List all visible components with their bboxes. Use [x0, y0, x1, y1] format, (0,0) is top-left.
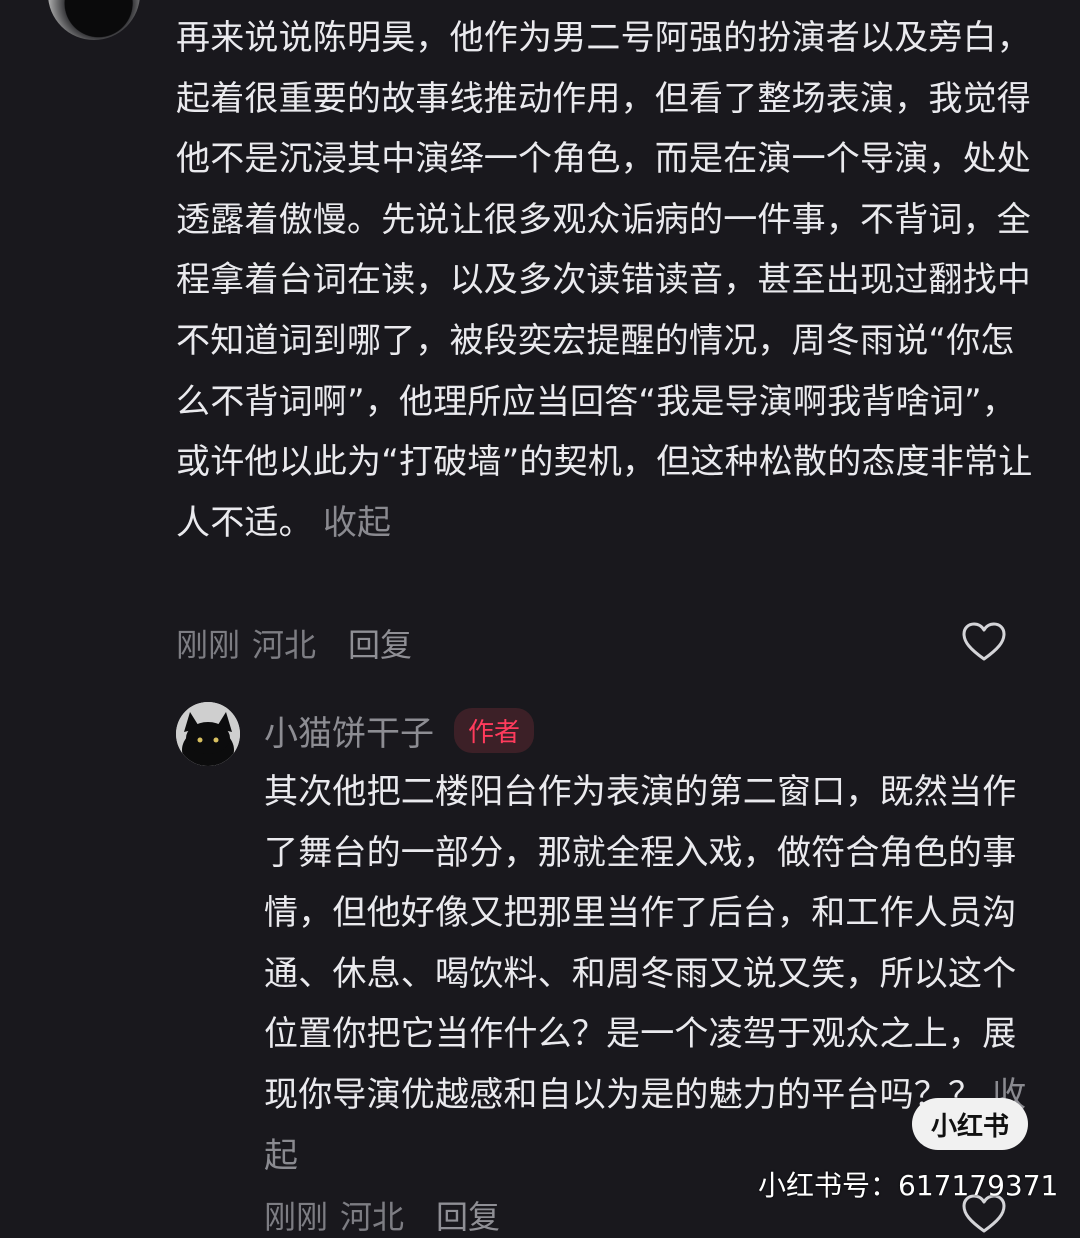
comment-time: 刚刚	[176, 626, 241, 664]
reply-header: 小猫饼干子 作者	[264, 704, 535, 756]
collapse-link[interactable]: 收起	[323, 503, 391, 543]
reply-time: 刚刚	[264, 1198, 329, 1236]
reply-location: 河北	[340, 1198, 405, 1236]
comment-location: 河北	[252, 626, 317, 664]
heart-outline-icon[interactable]	[962, 622, 1006, 662]
reply-meta: 刚刚 河北 回复	[264, 1192, 500, 1238]
watermark-id: 小红书号：617179371	[758, 1169, 1059, 1202]
reply-avatar[interactable]	[176, 702, 240, 766]
comment-body: 再来说说陈明昊，他作为男二号阿强的扮演者以及旁白，起着很重要的故事线推动作用，但…	[176, 8, 1036, 553]
comment-meta: 刚刚 河北 回复	[176, 620, 412, 666]
reply-text: 其次他把二楼阳台作为表演的第二窗口，既然当作了舞台的一部分，那就全程入戏，做符合…	[264, 772, 1017, 1115]
xiaohongshu-logo: 小红书	[912, 1098, 1028, 1150]
comment-text: 再来说说陈明昊，他作为男二号阿强的扮演者以及旁白，起着很重要的故事线推动作用，但…	[176, 18, 1033, 543]
reply-username[interactable]: 小猫饼干子	[264, 706, 434, 755]
commenter-avatar[interactable]	[48, 0, 140, 40]
reply-button[interactable]: 回复	[348, 620, 412, 666]
cat-avatar-icon	[176, 702, 240, 766]
author-badge: 作者	[454, 707, 535, 753]
reply-button[interactable]: 回复	[436, 1192, 500, 1238]
